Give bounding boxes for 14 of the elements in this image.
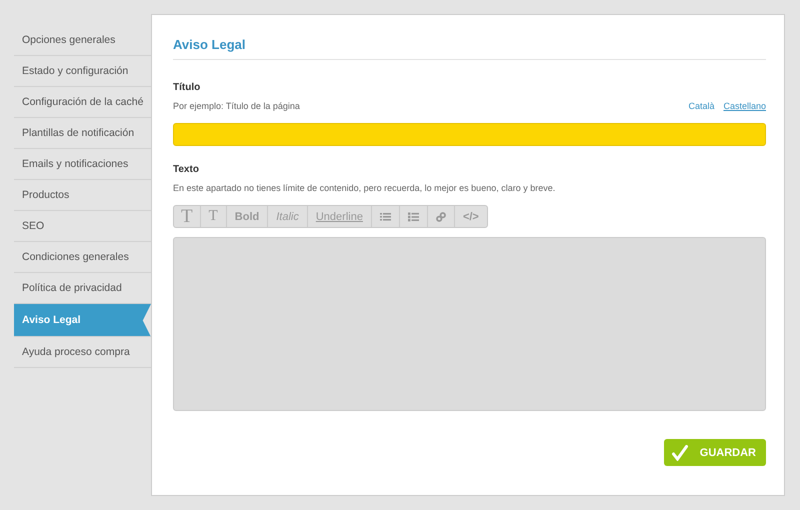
language-link[interactable]: Castellano	[723, 101, 766, 111]
numbered-list-icon	[408, 212, 419, 222]
link-icon	[436, 212, 446, 222]
checkmark-icon	[672, 444, 688, 460]
language-link[interactable]: Català	[688, 101, 714, 111]
field-label: Texto	[173, 164, 199, 175]
field-hint: Por ejemplo: Título de la página	[173, 101, 300, 111]
title-input-field[interactable]	[173, 123, 766, 146]
text-editor-field[interactable]	[173, 237, 766, 411]
field-label: Título	[173, 82, 200, 93]
sidebar-item[interactable]: Aviso Legal	[14, 304, 151, 337]
list-icon	[380, 212, 391, 222]
panel-title: Aviso Legal	[173, 37, 246, 52]
field-hint: En este apartado no tienes límite de contenido, pero recuerda, lo mejor es bueno, claro y breve.	[173, 183, 556, 193]
